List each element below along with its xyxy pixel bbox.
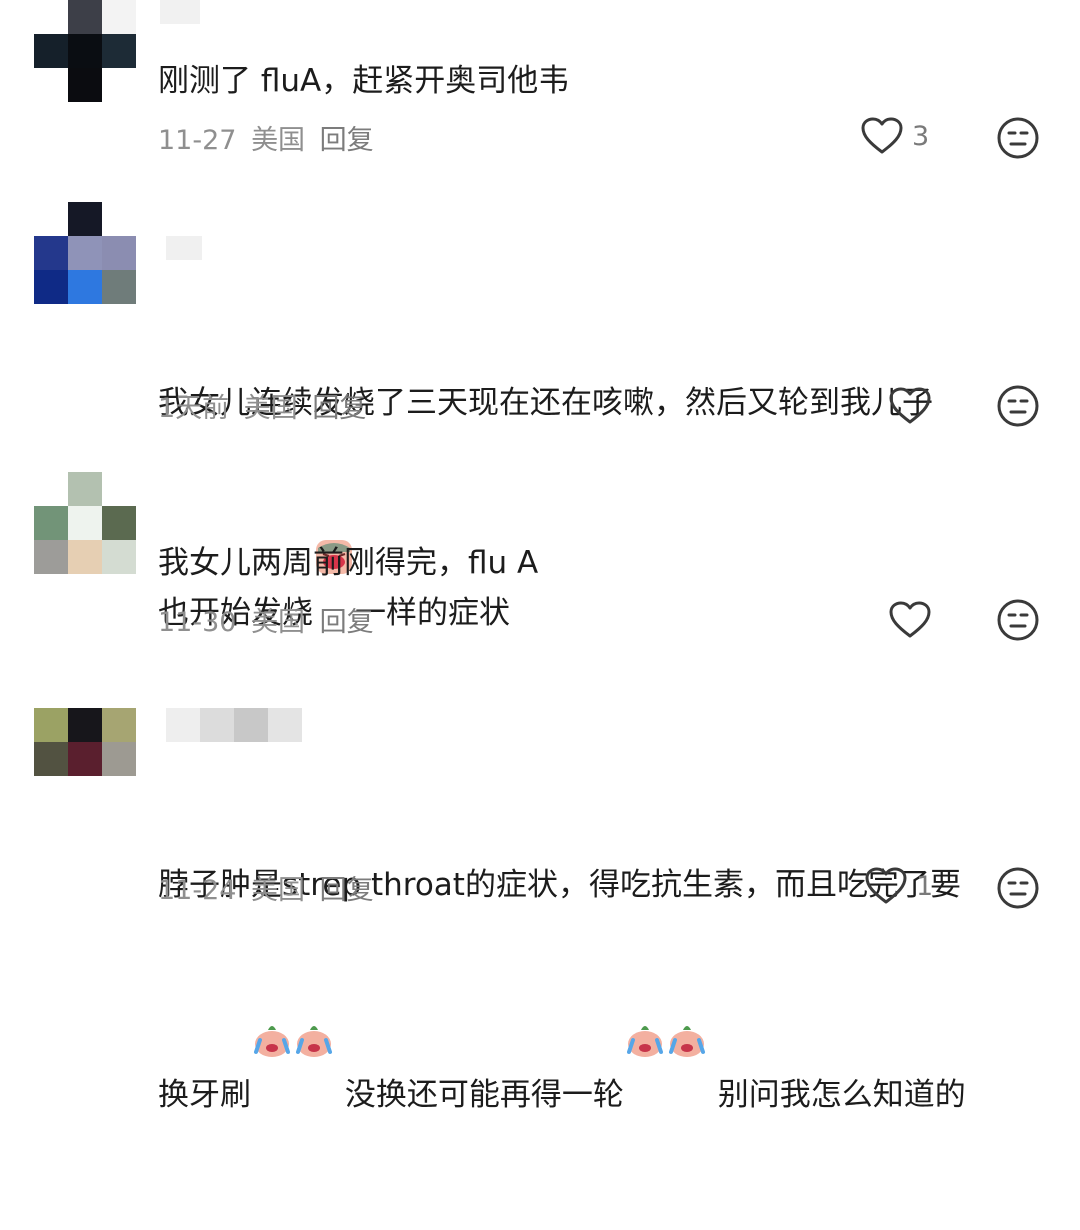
sobbing-peach-emoji xyxy=(294,1020,334,1057)
heart-outline-icon xyxy=(889,601,931,638)
comment-date: 11-30 xyxy=(158,607,237,638)
neutral-face-icon[interactable] xyxy=(996,116,1040,160)
heart-outline-icon xyxy=(889,387,931,424)
comment-location: 美国 xyxy=(251,125,306,156)
like-count: 3 xyxy=(912,120,930,152)
neutral-face-icon[interactable] xyxy=(996,866,1040,910)
avatar[interactable] xyxy=(34,0,136,102)
comment-date: 11-27 xyxy=(158,125,237,156)
comment-date: 11-24 xyxy=(158,875,237,906)
comment-location: 美国 xyxy=(243,393,298,424)
reply-button[interactable]: 回复 xyxy=(320,125,374,156)
avatar[interactable] xyxy=(34,202,136,304)
like-button[interactable] xyxy=(888,600,940,640)
text-segment: 别问我怎么知道的 xyxy=(707,1077,966,1113)
comment-date: 1天前 xyxy=(158,393,230,424)
avatar[interactable] xyxy=(34,708,136,810)
comment-text: 我女儿连续发烧了三天现在还在咳嗽，然后又轮到我儿子 也开始发烧 一样的症状 xyxy=(158,268,1058,748)
like-button[interactable] xyxy=(888,386,940,426)
like-count: 1 xyxy=(916,870,934,902)
comment-text-line: 换牙刷 没换还可能再得一轮 别问我怎么知道的 xyxy=(158,1020,1058,1122)
neutral-face-icon[interactable] xyxy=(996,384,1040,428)
comment-location: 美国 xyxy=(251,875,306,906)
like-button[interactable]: 3 xyxy=(860,116,929,156)
comment-meta: 11-27 美国 回复 xyxy=(158,118,374,157)
heart-outline-icon xyxy=(861,117,903,154)
sobbing-peach-emoji xyxy=(667,1020,707,1057)
comment-text: 刚测了 fluA，赶紧开奥司他韦 xyxy=(158,63,570,99)
comment-text: 我女儿两周前刚得完，flu A xyxy=(158,545,539,581)
sobbing-peach-emoji xyxy=(625,1020,665,1057)
reply-button[interactable]: 回复 xyxy=(312,393,366,424)
like-button[interactable]: 1 xyxy=(864,866,933,906)
comment-meta: 11-24 美国 回复 xyxy=(158,868,374,907)
neutral-face-icon[interactable] xyxy=(996,598,1040,642)
comment-text: 脖子肿是strep throat的症状，得吃抗生素，而且吃完了要 换牙刷 没换还… xyxy=(158,750,1058,1230)
reply-button[interactable]: 回复 xyxy=(320,875,374,906)
heart-outline-icon xyxy=(865,867,907,904)
comment-location: 美国 xyxy=(251,607,306,638)
comment-meta: 11-30 美国 回复 xyxy=(158,600,374,639)
avatar[interactable] xyxy=(34,472,136,574)
reply-button[interactable]: 回复 xyxy=(320,607,374,638)
sobbing-peach-emoji xyxy=(252,1020,292,1057)
comment-meta: 1天前 美国 回复 xyxy=(158,386,366,425)
text-segment: 换牙刷 xyxy=(158,1077,251,1113)
text-segment: 没换还可能再得一轮 xyxy=(335,1077,624,1113)
